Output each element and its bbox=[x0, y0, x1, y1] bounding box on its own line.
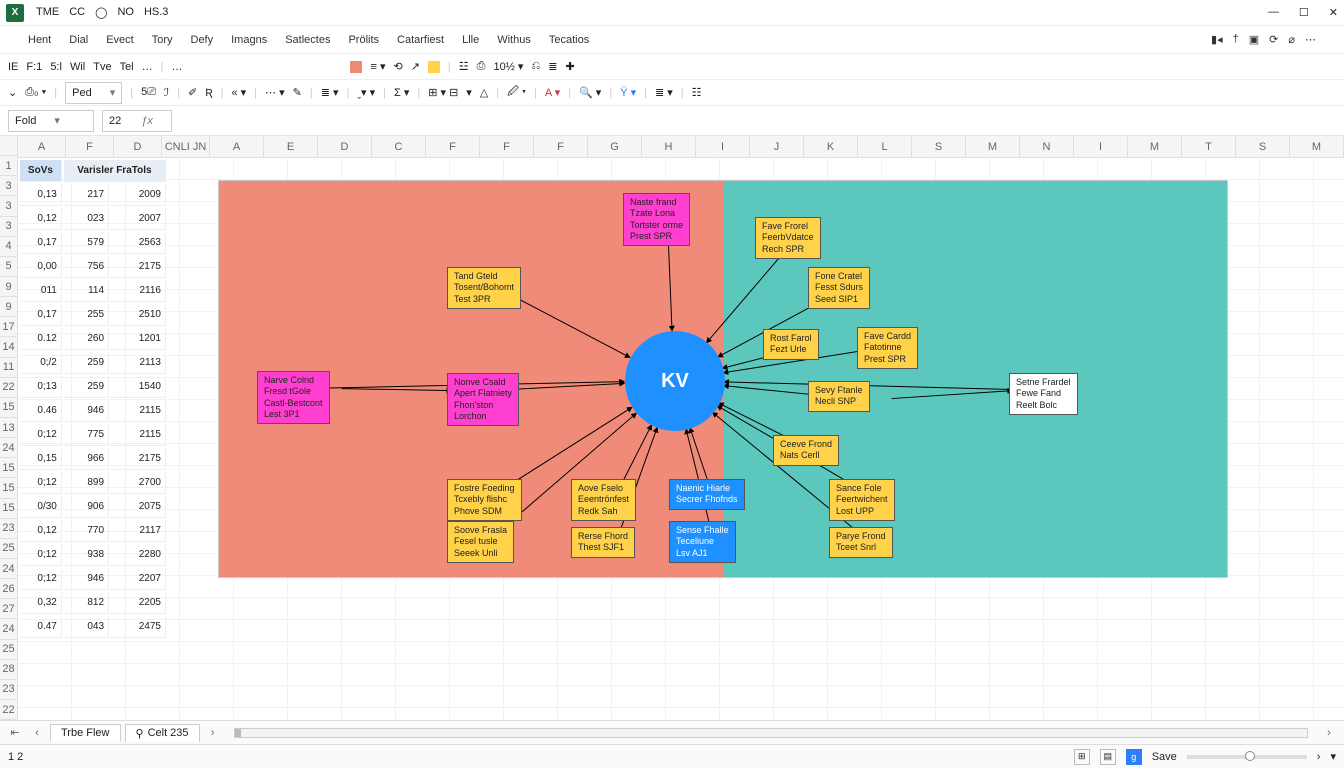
diagram-node[interactable]: Fone Cratel Fesst Sdurs Seed SIP1 bbox=[808, 267, 870, 309]
save-button[interactable]: Save bbox=[1152, 751, 1177, 763]
refresh-icon[interactable]: ⟳ bbox=[1269, 33, 1278, 46]
sheet-tab-bar: ⇤ ‹ Trbe Flew ⚲Celt 235 › › bbox=[0, 720, 1344, 744]
toolbar-row-1: IEF:15:l WilTveTel … |… ≡ ▾⟲↗ |☳⎙10½ ▾⎌≣… bbox=[0, 54, 1344, 80]
tab-next[interactable]: › bbox=[204, 727, 222, 739]
view-grid-icon[interactable]: g bbox=[1126, 749, 1142, 765]
diagram-node[interactable]: Nonve Csald Apert Flatniety Fhon'ston Lo… bbox=[447, 373, 519, 426]
diagram-node[interactable]: Narve Colnd Fresd tGole Castl-Bestcont L… bbox=[257, 371, 330, 424]
formula-input[interactable]: 22ƒx bbox=[102, 110, 172, 132]
diagram-node[interactable]: Fave Cardd Fatotinne Prest SPR bbox=[857, 327, 918, 369]
tab-prev[interactable]: ‹ bbox=[28, 727, 46, 739]
close-button[interactable]: ✕ bbox=[1329, 6, 1338, 19]
menu-bar: Hent Dial Evect Tory Defy Imagns Satlect… bbox=[0, 26, 1344, 54]
diagram-node[interactable]: Fave Frorel FeerbVdatce Rech SPR bbox=[755, 217, 821, 259]
diagram-node[interactable]: Soove Frasla Fesel tusle Seeek Unli bbox=[447, 521, 514, 563]
diagram-node[interactable]: Rerse Fhord Thest SJF1 bbox=[571, 527, 635, 558]
status-bar: 1 2 ⊞ ▤ g Save › ▾ bbox=[0, 744, 1344, 768]
diagram-node[interactable]: Sense Fhalle Teceliune Lsv AJ1 bbox=[669, 521, 736, 563]
diagram-node[interactable]: Fostre Foeding Tcxebly flishc Phove SDM bbox=[447, 479, 522, 521]
zoom-in-icon[interactable]: › bbox=[1317, 751, 1321, 763]
menu-item[interactable]: Dial bbox=[69, 34, 88, 46]
zoom-slider[interactable] bbox=[1187, 755, 1307, 759]
view-normal-icon[interactable]: ⊞ bbox=[1074, 749, 1090, 765]
diagram-node[interactable]: Tand Gteld Tosent/Bohomt Test 3PR bbox=[447, 267, 521, 309]
hub-circle[interactable]: KV bbox=[625, 331, 725, 431]
menu-item[interactable]: Prölits bbox=[348, 34, 379, 46]
diagram-node[interactable]: Ceeve Frond Nats Cerll bbox=[773, 435, 839, 466]
sheet-tab[interactable]: Trbe Flew bbox=[50, 724, 121, 741]
diagram-canvas[interactable]: KV Naste frand Tzate Lona Tortster orme … bbox=[218, 180, 1228, 578]
diagram-node[interactable]: Parye Frond Tceet Snrl bbox=[829, 527, 893, 558]
fill-swatch[interactable] bbox=[350, 61, 362, 73]
menu-item[interactable]: Llle bbox=[462, 34, 479, 46]
horizontal-scrollbar[interactable] bbox=[234, 728, 1308, 738]
sheet-tab[interactable]: ⚲Celt 235 bbox=[125, 724, 200, 742]
worksheet[interactable]: 1333459917141122151324151515232524262724… bbox=[0, 136, 1344, 720]
more-icon[interactable]: ⋯ bbox=[1305, 33, 1316, 46]
row-headers: 1333459917141122151324151515232524262724… bbox=[0, 136, 18, 720]
menu-item[interactable]: Withus bbox=[497, 34, 531, 46]
formula-bar: Fold▾ 22ƒx bbox=[0, 106, 1344, 136]
title-bar: X TME CC ◯ NO HS.3 — ☐ ✕ bbox=[0, 0, 1344, 26]
menu-item[interactable]: Defy bbox=[191, 34, 214, 46]
diagram-node[interactable]: Sance Fole Feertwichent Lost UPP bbox=[829, 479, 895, 521]
maximize-button[interactable]: ☐ bbox=[1299, 6, 1309, 19]
plus-icon[interactable]: † bbox=[1233, 33, 1239, 46]
box-icon[interactable]: ▣ bbox=[1249, 33, 1259, 46]
menu-item[interactable]: Hent bbox=[28, 34, 51, 46]
view-page-icon[interactable]: ▤ bbox=[1100, 749, 1116, 765]
right-icons: ▮◂ † ▣ ⟳ ⌀ ⋯ bbox=[1211, 33, 1316, 46]
column-headers: AFDCNLI JNAEDCFFFGHIJKLSMNIMTSM bbox=[18, 136, 1344, 158]
diagram-node[interactable]: Aove Fselo Eeentrönfest Redk Sah bbox=[571, 479, 636, 521]
diagram-node[interactable]: Naste frand Tzate Lona Tortster orme Pre… bbox=[623, 193, 690, 246]
menu-item[interactable]: Tecatios bbox=[549, 34, 589, 46]
menu-item[interactable]: Imagns bbox=[231, 34, 267, 46]
diagram-node[interactable]: Setne Frardel Fewe Fand Reelt Bolc bbox=[1009, 373, 1078, 415]
name-box[interactable]: Fold▾ bbox=[8, 110, 94, 132]
diagram-node[interactable]: Naenic Hiarle Secrer Fhofnds bbox=[669, 479, 745, 510]
toolbar-row-2: ⌄ ⎙₀ ▾| Ped▾ |5⎚ ℐ|✐Ʀ| « ▾|⋯ ▾✎| ≣ ▾|ˬ▾ … bbox=[0, 80, 1344, 106]
menu-item[interactable]: Satlectes bbox=[285, 34, 330, 46]
app-icon: X bbox=[6, 4, 24, 22]
flag-icon[interactable]: ▮◂ bbox=[1211, 33, 1223, 46]
data-table: SoVsVarisler FraTols0,1321720090,1202320… bbox=[18, 158, 168, 640]
quick-access: TME CC ◯ NO HS.3 bbox=[36, 6, 168, 19]
link-icon[interactable]: ⌀ bbox=[1288, 33, 1295, 46]
diagram-node[interactable]: Sevy Ftanle Necli SNP bbox=[808, 381, 870, 412]
menu-item[interactable]: Tory bbox=[152, 34, 173, 46]
tab-first[interactable]: ⇤ bbox=[6, 726, 24, 739]
diagram-node[interactable]: Rost Farol Fezt Urle bbox=[763, 329, 819, 360]
minimize-button[interactable]: — bbox=[1268, 6, 1279, 19]
scroll-right[interactable]: › bbox=[1320, 727, 1338, 739]
status-text: 1 2 bbox=[8, 751, 23, 763]
cell-combo[interactable]: Ped▾ bbox=[65, 82, 122, 104]
menu-item[interactable]: Catarfiest bbox=[397, 34, 444, 46]
menu-item[interactable]: Evect bbox=[106, 34, 134, 46]
